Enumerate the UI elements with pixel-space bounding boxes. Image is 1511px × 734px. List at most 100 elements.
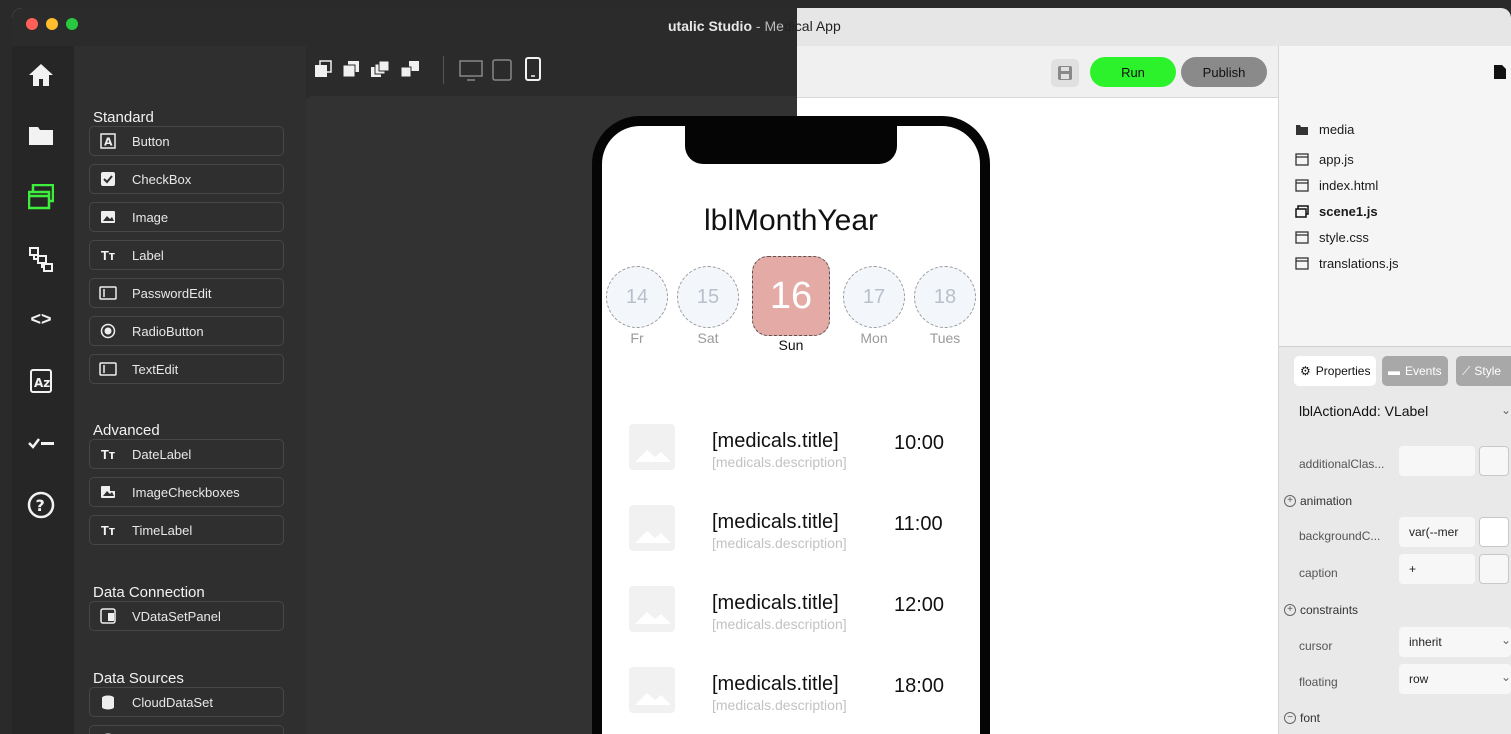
toolbox-item-datelabel[interactable]: Tт DateLabel bbox=[89, 439, 284, 469]
tab-style[interactable]: ⟋ Style bbox=[1456, 356, 1511, 386]
input-type-icon bbox=[98, 362, 118, 376]
toolbox-item-checkbox[interactable]: CheckBox bbox=[89, 164, 284, 194]
layers-icon[interactable] bbox=[26, 182, 56, 212]
medical-list-item[interactable]: [medicals.title] [medicals.description] … bbox=[602, 505, 980, 565]
send-backward-icon[interactable] bbox=[342, 60, 360, 78]
tree-icon[interactable] bbox=[26, 244, 56, 274]
medical-list-item[interactable]: [medicals.title] [medicals.description] … bbox=[602, 667, 980, 727]
chevron-down-icon[interactable]: ⌄ bbox=[1501, 403, 1511, 417]
chevron-down-icon[interactable]: ⌄ bbox=[1501, 670, 1511, 684]
file-icon bbox=[1295, 257, 1309, 270]
phone-view-icon[interactable] bbox=[525, 57, 541, 81]
gear-icon: ⚙ bbox=[1300, 364, 1311, 378]
toolbox-item-label: CheckBox bbox=[132, 171, 192, 187]
window-title: utalic Studio - Medical App bbox=[668, 18, 841, 34]
code-icon[interactable]: <> bbox=[26, 304, 56, 334]
home-icon[interactable] bbox=[26, 60, 56, 90]
toolbox-item-datasource[interactable] bbox=[89, 725, 284, 734]
toolbox-item-label: VDataSetPanel bbox=[132, 608, 221, 624]
bring-to-front-icon[interactable] bbox=[370, 60, 390, 78]
checklist-icon[interactable] bbox=[26, 428, 56, 458]
tablet-view-icon[interactable] bbox=[492, 59, 512, 81]
tab-properties[interactable]: ⚙ Properties bbox=[1294, 356, 1377, 386]
file-item-scene1-js[interactable]: scene1.js bbox=[1295, 204, 1378, 219]
caption-input[interactable]: + bbox=[1399, 554, 1475, 584]
align-tools bbox=[314, 60, 420, 78]
toolbox-item-label-control[interactable]: Tт Label bbox=[89, 240, 284, 270]
toolbox-item-imagecheckboxes[interactable]: ImageCheckboxes bbox=[89, 477, 284, 507]
right-panel: media app.js index.html scene1.js style.… bbox=[1278, 46, 1511, 734]
toolbox-item-vdatasetpanel[interactable]: VDataSetPanel bbox=[89, 601, 284, 631]
publish-button[interactable]: Publish bbox=[1181, 57, 1267, 87]
day-item[interactable]: 15 bbox=[677, 266, 739, 328]
text-type-icon: Tт bbox=[100, 446, 116, 462]
delete-icon[interactable] bbox=[1479, 554, 1509, 584]
button-type-icon: A bbox=[98, 133, 118, 149]
save-icon bbox=[1058, 66, 1072, 80]
medical-list-item[interactable]: [medicals.title] [medicals.description] … bbox=[602, 424, 980, 484]
toolbox-item-label: ImageCheckboxes bbox=[132, 484, 240, 500]
properties-panel: ⚙ Properties ▬ Events ⟋ Style lblActionAdd:… bbox=[1279, 346, 1511, 734]
tab-events[interactable]: ▬ Events bbox=[1382, 356, 1448, 386]
file-item-index-html[interactable]: index.html bbox=[1295, 178, 1378, 193]
toolbox-item-label: Button bbox=[132, 133, 170, 149]
component-toolbox: Standard A Button CheckBox Image Tт Label … bbox=[74, 46, 356, 734]
section-animation-label: animation bbox=[1300, 494, 1353, 508]
toolbox-item-passwordedit[interactable]: PasswordEdit bbox=[89, 278, 284, 308]
medical-list-item[interactable]: [medicals.title] [medicals.description] … bbox=[602, 586, 980, 646]
section-data-sources-title: Data Sources bbox=[93, 670, 184, 687]
day-item[interactable]: 14 bbox=[606, 266, 668, 328]
help-icon[interactable]: ? bbox=[26, 490, 56, 520]
send-to-back-icon[interactable] bbox=[400, 60, 420, 78]
toolbox-item-button[interactable]: A Button bbox=[89, 126, 284, 156]
file-item-media[interactable]: media bbox=[1295, 122, 1354, 137]
file-item-app-js[interactable]: app.js bbox=[1295, 152, 1354, 167]
new-file-icon[interactable] bbox=[1493, 64, 1507, 80]
section-constraints-label: constraints bbox=[1300, 603, 1359, 617]
maximize-window-button[interactable] bbox=[66, 18, 78, 30]
file-icon bbox=[1295, 153, 1309, 166]
image-placeholder-icon bbox=[629, 667, 675, 713]
color-swatch[interactable] bbox=[1479, 517, 1509, 547]
toolbox-item-image[interactable]: Image bbox=[89, 202, 284, 232]
checkbox-type-icon bbox=[98, 171, 118, 187]
toolbox-item-label: Label bbox=[132, 247, 164, 263]
file-item-translations-js[interactable]: translations.js bbox=[1295, 256, 1398, 271]
cursor-select[interactable]: inherit bbox=[1399, 627, 1511, 657]
chevron-down-icon[interactable]: ⌄ bbox=[1501, 633, 1511, 647]
month-year-label[interactable]: lblMonthYear bbox=[602, 204, 980, 238]
save-button[interactable] bbox=[1051, 59, 1079, 87]
close-window-button[interactable] bbox=[26, 18, 38, 30]
toolbox-item-radiobutton[interactable]: RadioButton bbox=[89, 316, 284, 346]
folder-icon bbox=[1296, 125, 1308, 135]
day-item-selected[interactable]: 16 bbox=[752, 256, 830, 336]
delete-icon[interactable] bbox=[1479, 446, 1509, 476]
image-type-icon bbox=[98, 209, 118, 225]
medical-title: [medicals.title] bbox=[712, 673, 839, 695]
run-button[interactable]: Run bbox=[1090, 57, 1176, 87]
desktop-view-icon[interactable] bbox=[459, 60, 483, 82]
medical-title: [medicals.title] bbox=[712, 430, 839, 452]
toolbox-item-timelabel[interactable]: Tт TimeLabel bbox=[89, 515, 284, 545]
bring-forward-icon[interactable] bbox=[314, 60, 332, 78]
section-constraints[interactable]: + constraints bbox=[1284, 603, 1358, 617]
section-animation[interactable]: + animation bbox=[1284, 494, 1352, 508]
background-color-input[interactable]: var(--mer bbox=[1399, 517, 1475, 547]
folder-icon[interactable] bbox=[26, 120, 56, 150]
svg-text:Az: Az bbox=[34, 376, 50, 390]
day-label-selected: Sun bbox=[778, 337, 804, 353]
database-icon bbox=[98, 694, 118, 710]
toolbox-item-textedit[interactable]: TextEdit bbox=[89, 354, 284, 384]
file-item-style-css[interactable]: style.css bbox=[1295, 230, 1369, 245]
day-item[interactable]: 17 bbox=[843, 266, 905, 328]
day-item[interactable]: 18 bbox=[914, 266, 976, 328]
toolbox-item-clouddataset[interactable]: CloudDataSet bbox=[89, 687, 284, 717]
section-font[interactable]: − font bbox=[1284, 711, 1320, 725]
additional-class-input[interactable] bbox=[1399, 446, 1475, 476]
floating-select[interactable]: row bbox=[1399, 664, 1511, 694]
component-selector[interactable]: lblActionAdd: VLabel bbox=[1299, 403, 1428, 419]
section-font-label: font bbox=[1300, 711, 1321, 725]
translate-icon[interactable]: Az bbox=[26, 366, 56, 396]
file-name: index.html bbox=[1319, 178, 1379, 193]
minimize-window-button[interactable] bbox=[46, 18, 58, 30]
